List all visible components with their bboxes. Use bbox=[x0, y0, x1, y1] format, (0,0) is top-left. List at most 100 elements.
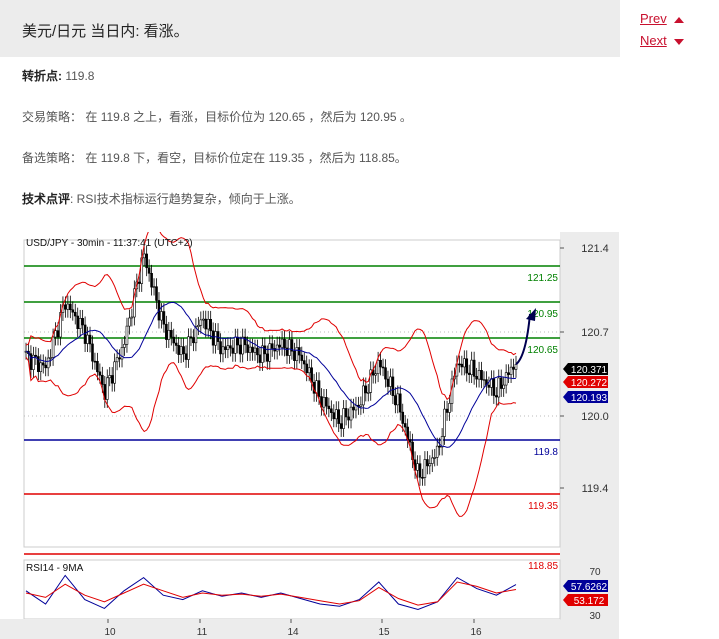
candle-body bbox=[470, 359, 473, 375]
candle-body bbox=[145, 253, 148, 269]
candle-body bbox=[327, 405, 331, 410]
candle-body bbox=[125, 325, 129, 345]
candle-body bbox=[226, 345, 230, 350]
candle-body bbox=[253, 347, 257, 353]
candle-body bbox=[152, 286, 156, 288]
next-link[interactable]: Next bbox=[640, 33, 684, 48]
candle-body bbox=[389, 376, 392, 387]
candle-body bbox=[221, 346, 225, 355]
candle-body bbox=[423, 459, 427, 478]
rsi-tag-label: 53.172 bbox=[574, 596, 605, 607]
candle-body bbox=[241, 336, 244, 355]
candle-body bbox=[130, 316, 134, 319]
candle-body bbox=[162, 311, 166, 325]
candle-body bbox=[204, 318, 208, 330]
candle-body bbox=[174, 342, 178, 346]
candle-body bbox=[118, 357, 121, 360]
candle-body bbox=[76, 315, 80, 329]
candle-body bbox=[499, 377, 503, 389]
candle-body bbox=[248, 346, 252, 353]
candle-body bbox=[167, 330, 171, 340]
chart-title: USD/JPY - 30min - 11:37:41 (UTC+2) bbox=[26, 238, 193, 249]
strategy-label: 交易策略： bbox=[22, 110, 83, 124]
candle-body bbox=[317, 380, 321, 397]
candle-body bbox=[199, 319, 203, 326]
candle-body bbox=[101, 374, 104, 385]
candle-body bbox=[236, 336, 240, 346]
candle-body bbox=[443, 408, 446, 437]
candle-body bbox=[263, 345, 267, 355]
level-label: 121.25 bbox=[527, 273, 558, 284]
candle-body bbox=[251, 346, 254, 353]
candle-body bbox=[495, 395, 498, 398]
candle-body bbox=[270, 343, 274, 349]
candle-body bbox=[209, 318, 212, 332]
price-tag-label: 120.193 bbox=[571, 393, 608, 404]
candle-body bbox=[283, 338, 286, 349]
candle-body bbox=[448, 403, 451, 413]
candle-body bbox=[480, 370, 483, 381]
candle-body bbox=[458, 363, 461, 366]
candle-body bbox=[123, 344, 126, 348]
prev-link[interactable]: Prev bbox=[640, 11, 684, 26]
candle-body bbox=[98, 371, 102, 376]
price-tag-label: 120.371 bbox=[571, 365, 608, 376]
candle-body bbox=[477, 370, 481, 380]
candle-body bbox=[128, 317, 131, 327]
candle-body bbox=[71, 309, 75, 313]
candle-body bbox=[507, 372, 510, 375]
candle-body bbox=[487, 384, 491, 388]
candle-body bbox=[268, 343, 272, 362]
candle-body bbox=[300, 354, 304, 361]
candle-body bbox=[113, 361, 116, 384]
level-label: 119.8 bbox=[534, 447, 559, 458]
arrow-down-icon bbox=[673, 38, 684, 45]
candle-body bbox=[339, 423, 343, 429]
candle-body bbox=[428, 463, 432, 467]
candle-body bbox=[482, 379, 486, 381]
y-tick-label: 121.4 bbox=[581, 243, 609, 255]
candle-body bbox=[155, 286, 158, 301]
candle-body bbox=[233, 336, 237, 354]
comment-line: 技术点评: RSI技术指标运行趋势复杂，倾向于上涨。 bbox=[22, 190, 301, 207]
candle-body bbox=[386, 378, 390, 387]
pivot-label: 转折点: bbox=[22, 69, 62, 83]
pivot-value: 119.8 bbox=[65, 69, 95, 83]
candle-body bbox=[189, 336, 193, 339]
candle-body bbox=[165, 323, 168, 340]
candle-body bbox=[330, 408, 333, 413]
candle-body bbox=[307, 367, 311, 374]
candle-body bbox=[418, 463, 422, 478]
candle-body bbox=[421, 477, 424, 479]
x-tick-label: 16 bbox=[470, 627, 482, 638]
x-tick-label: 14 bbox=[287, 627, 299, 638]
candle-body bbox=[96, 361, 99, 373]
y-tick-label: 120.0 bbox=[581, 411, 609, 423]
candle-body bbox=[302, 360, 306, 365]
candle-body bbox=[229, 345, 232, 349]
header-bar: 美元/日元 当日内: 看涨。 bbox=[0, 0, 620, 57]
candle-body bbox=[64, 304, 67, 310]
candle-body bbox=[438, 445, 441, 448]
candle-body bbox=[246, 344, 249, 353]
candle-body bbox=[105, 377, 109, 400]
prev-label: Prev bbox=[640, 11, 667, 26]
price-tag-label: 120.272 bbox=[571, 378, 608, 389]
candle-body bbox=[379, 359, 382, 368]
candle-body bbox=[509, 366, 513, 375]
candle-body bbox=[462, 358, 466, 368]
candle-body bbox=[502, 384, 505, 389]
candle-body bbox=[211, 330, 215, 346]
x-tick-label: 10 bbox=[104, 627, 116, 638]
candle-body bbox=[445, 408, 449, 413]
candle-body bbox=[91, 343, 94, 362]
candle-body bbox=[408, 439, 412, 443]
candle-body bbox=[364, 385, 368, 394]
level-label: 120.65 bbox=[527, 345, 558, 356]
candle-body bbox=[384, 367, 387, 380]
candle-body bbox=[394, 395, 397, 406]
candle-body bbox=[192, 337, 195, 344]
candle-body bbox=[41, 362, 45, 366]
candle-body bbox=[160, 311, 163, 321]
candle-body bbox=[514, 364, 518, 370]
